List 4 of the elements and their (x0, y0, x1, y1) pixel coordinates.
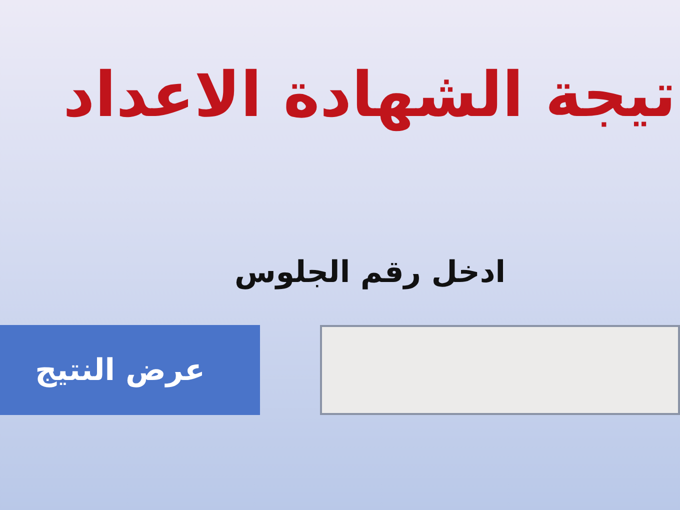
show-result-button[interactable]: عرض النتيج (0, 325, 260, 415)
seat-number-label: ادخل رقم الجلوس (234, 254, 506, 292)
page-title: تيجة الشهادة الاعداد (63, 57, 677, 134)
seat-number-field[interactable] (320, 325, 680, 415)
